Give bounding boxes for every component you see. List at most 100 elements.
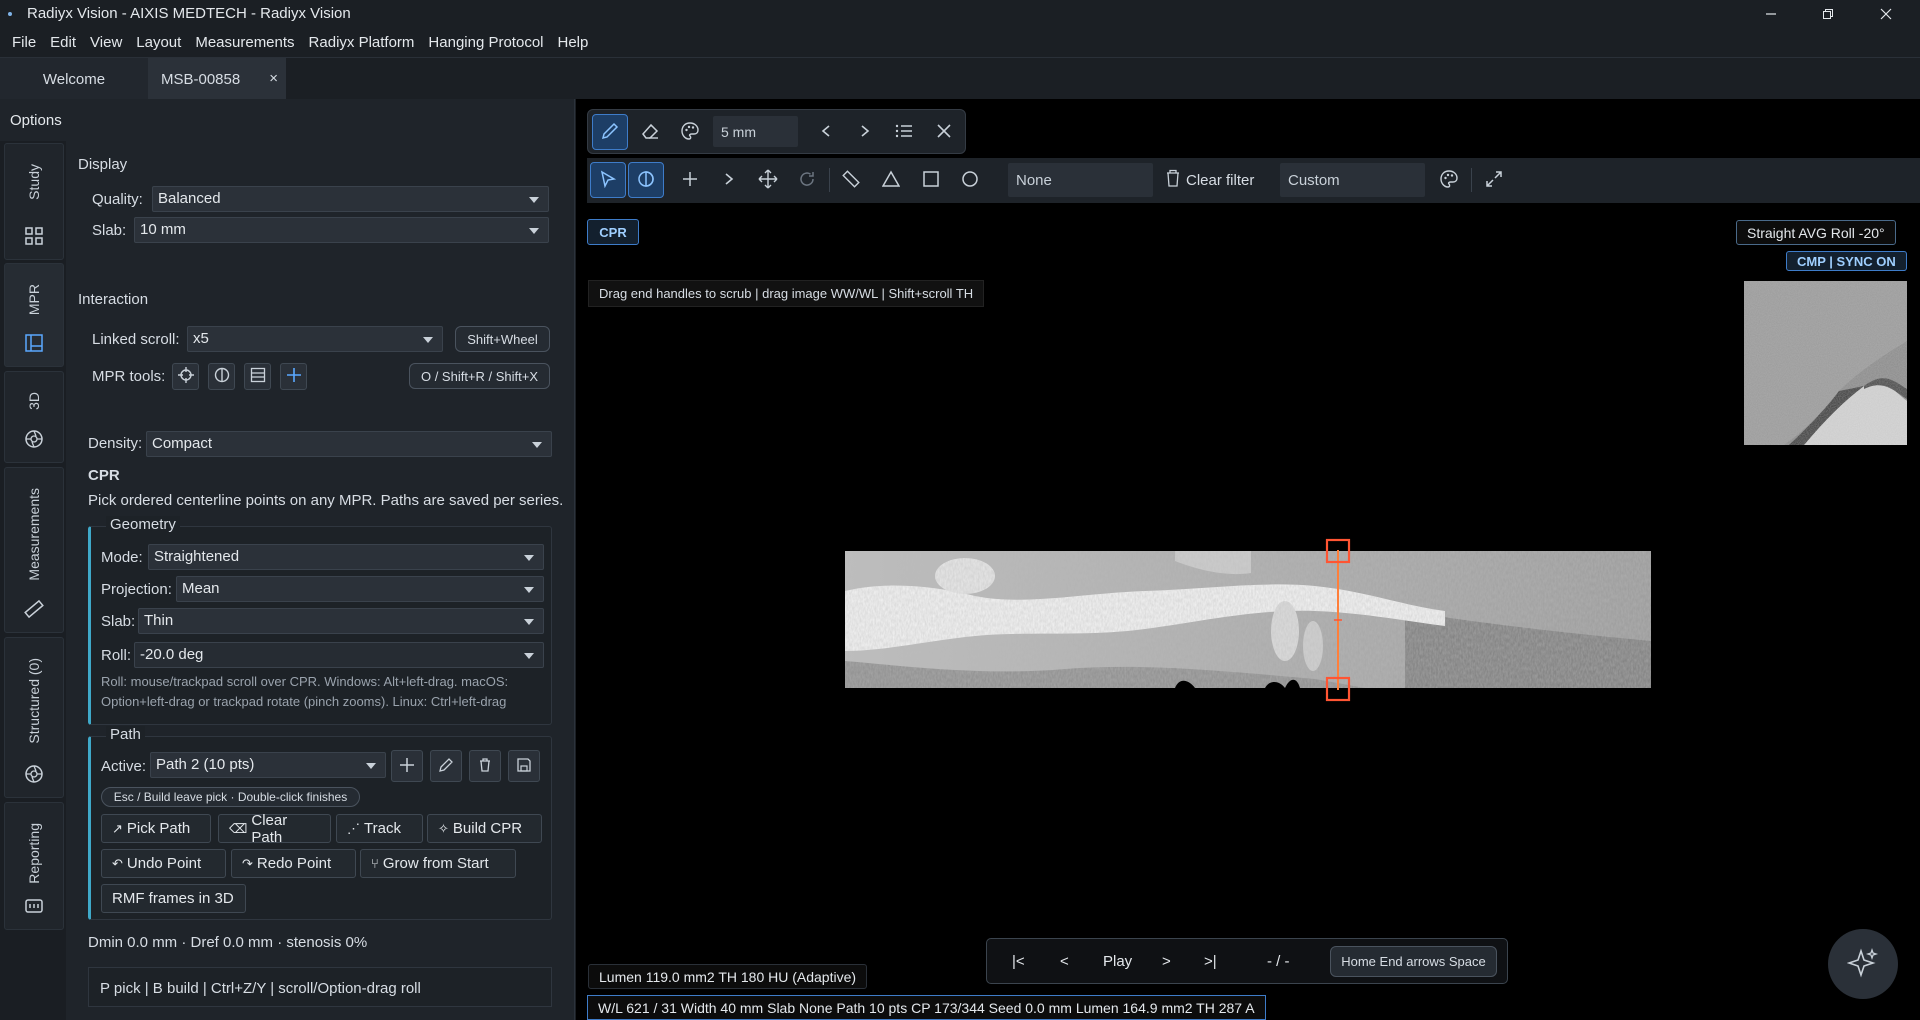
linked-scroll-select[interactable]: x5 — [187, 326, 443, 352]
rmf-frames-button[interactable]: RMF frames in 3D — [101, 884, 246, 913]
vtab-structured[interactable]: Structured (0) — [4, 637, 64, 798]
save-path-button[interactable] — [508, 750, 540, 782]
crosshair-tool-button[interactable] — [172, 363, 199, 390]
ai-assistant-button[interactable] — [1828, 929, 1898, 999]
active-path-select[interactable]: Path 2 (10 pts) — [150, 752, 386, 778]
vtab-reporting[interactable]: Reporting — [4, 802, 64, 930]
tab-msb-00858[interactable]: MSB-00858 × — [148, 58, 286, 100]
eraser-tool-button[interactable] — [632, 114, 668, 150]
minimize-button[interactable] — [1743, 0, 1799, 28]
eraser-icon — [641, 122, 659, 143]
plus-icon — [286, 367, 302, 386]
straightened-cpr-image[interactable] — [845, 551, 1651, 688]
rotate-icon — [798, 170, 816, 191]
pick-hint-badge: Esc / Build leave pick · Double-click fi… — [101, 787, 360, 807]
fullscreen-button[interactable] — [1476, 162, 1512, 198]
vtab-label: MPR — [26, 284, 42, 316]
pick-path-button[interactable]: ↗ Pick Path — [101, 814, 211, 843]
list-button[interactable] — [886, 114, 922, 150]
play-button[interactable]: Play — [1103, 953, 1132, 970]
color-tool-button[interactable] — [672, 114, 708, 150]
undo-icon: ↶ — [112, 855, 123, 871]
menu-help[interactable]: Help — [551, 34, 596, 51]
next-annotation-button[interactable] — [847, 114, 883, 150]
angle-tool-button[interactable] — [873, 162, 909, 198]
menu-file[interactable]: File — [5, 34, 43, 51]
menu-view[interactable]: View — [83, 34, 129, 51]
eraser-icon: ⌫ — [229, 820, 248, 836]
options-panel: Options Study MPR 3D Measurements Struct… — [0, 99, 575, 1020]
restore-button[interactable] — [1800, 0, 1856, 28]
tab-welcome[interactable]: Welcome — [0, 58, 148, 100]
last-frame-button[interactable]: >| — [1204, 953, 1217, 970]
grow-from-start-button[interactable]: ⑂ Grow from Start — [360, 849, 516, 878]
pan-tool-button[interactable] — [750, 162, 786, 198]
build-cpr-button[interactable]: ✧ Build CPR — [427, 814, 542, 843]
menu-layout[interactable]: Layout — [129, 34, 188, 51]
clear-path-button[interactable]: ⌫ Clear Path — [218, 812, 331, 846]
rectangle-tool-button[interactable] — [913, 162, 949, 198]
add-mpr-tool-button[interactable] — [280, 363, 307, 390]
cross-section-thumbnail — [1744, 281, 1907, 445]
circle-icon — [961, 170, 979, 191]
preset-select[interactable]: Custom — [1280, 163, 1425, 197]
vtab-mpr[interactable]: MPR — [4, 263, 64, 367]
clear-filter-button[interactable]: Clear filter — [1165, 166, 1254, 194]
square-icon — [922, 170, 940, 191]
menu-radiyx-platform[interactable]: Radiyx Platform — [302, 34, 422, 51]
report-icon — [23, 895, 45, 917]
quality-select[interactable]: Balanced — [152, 186, 549, 212]
cpr-slab-select[interactable]: Thin — [138, 608, 544, 634]
edit-path-button[interactable] — [430, 750, 462, 782]
redo-icon: ↷ — [242, 855, 253, 871]
prev-annotation-button[interactable] — [808, 114, 844, 150]
first-frame-button[interactable]: |< — [1012, 953, 1025, 970]
chevron-left-icon — [819, 124, 833, 141]
pencil-icon — [438, 757, 454, 776]
redo-point-button[interactable]: ↷ Redo Point — [231, 849, 356, 878]
app-icon — [8, 12, 12, 16]
menu-hanging-protocol[interactable]: Hanging Protocol — [421, 34, 550, 51]
interaction-heading: Interaction — [78, 291, 149, 308]
colormap-button[interactable] — [1431, 162, 1467, 198]
geometry-heading: Geometry — [106, 516, 180, 533]
cpr-heading: CPR — [88, 467, 120, 484]
prev-frame-button[interactable]: < — [1060, 953, 1069, 970]
close-toolbar-button[interactable] — [926, 114, 962, 150]
draw-tool-button[interactable] — [592, 114, 628, 150]
chevron-right-icon — [722, 172, 736, 189]
delete-path-button[interactable] — [469, 750, 501, 782]
sync-badge[interactable]: CMP | SYNC ON — [1786, 251, 1907, 271]
window-title: Radiyx Vision - AIXIS MEDTECH - Radiyx V… — [27, 5, 351, 22]
vtab-3d[interactable]: 3D — [4, 371, 64, 463]
vtab-measurements[interactable]: Measurements — [4, 467, 64, 633]
slab-select[interactable]: 10 mm — [134, 217, 549, 243]
ruler-icon — [23, 598, 45, 620]
select-tool-button[interactable] — [590, 162, 626, 198]
roll-spinbox[interactable]: -20.0 deg — [134, 642, 544, 668]
rotate-tool-button[interactable] — [789, 162, 825, 198]
projection-select[interactable]: Mean — [176, 576, 544, 602]
crosshair-button[interactable] — [672, 162, 708, 198]
thickness-spinbox[interactable]: 5 mm — [713, 116, 798, 147]
filter-select[interactable]: None — [1008, 163, 1153, 197]
close-tab-icon[interactable]: × — [269, 70, 278, 87]
close-window-button[interactable] — [1858, 0, 1914, 28]
oblique-tool-button[interactable] — [208, 363, 235, 390]
add-path-button[interactable] — [391, 750, 423, 782]
menu-edit[interactable]: Edit — [43, 34, 83, 51]
ellipse-tool-button[interactable] — [952, 162, 988, 198]
track-button[interactable]: ⋰ Track — [336, 814, 423, 843]
undo-point-button[interactable]: ↶ Undo Point — [101, 849, 226, 878]
more-tools-button[interactable] — [711, 162, 747, 198]
menu-measurements[interactable]: Measurements — [188, 34, 301, 51]
vtab-study[interactable]: Study — [4, 143, 64, 260]
window-level-tool-button[interactable] — [628, 162, 664, 198]
vertical-tabs: Study MPR 3D Measurements Structured (0)… — [0, 141, 66, 1020]
slab-tool-button[interactable] — [244, 363, 271, 390]
scrub-handle-overlay[interactable] — [1320, 538, 1356, 702]
density-select[interactable]: Compact — [146, 431, 552, 457]
ruler-tool-button[interactable] — [833, 162, 869, 198]
next-frame-button[interactable]: > — [1162, 953, 1171, 970]
mode-select[interactable]: Straightened — [148, 544, 544, 570]
